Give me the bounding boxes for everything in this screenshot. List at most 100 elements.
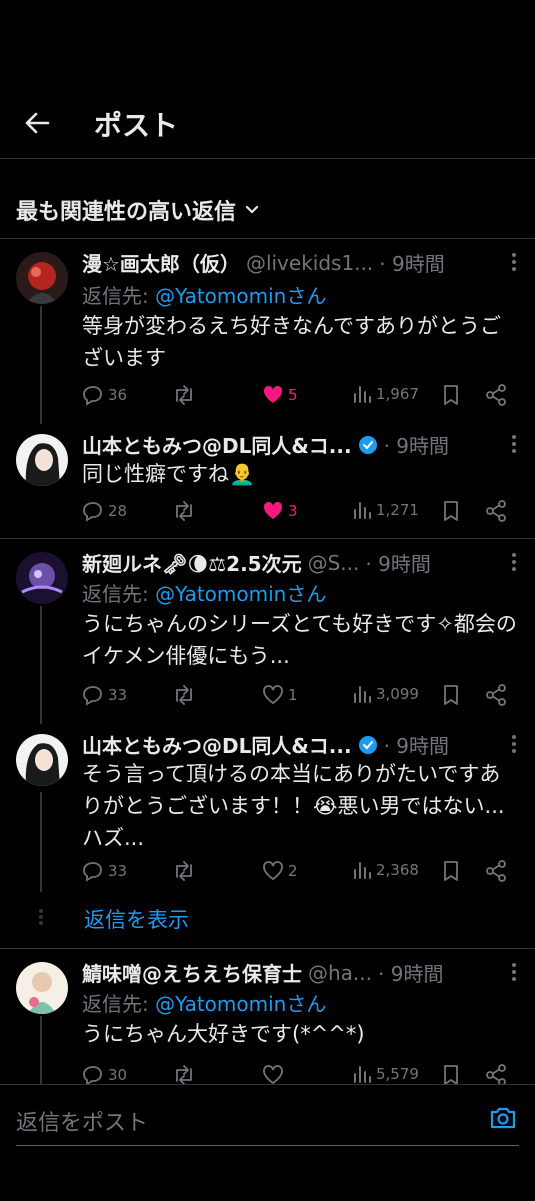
timestamp[interactable]: · 9時間: [379, 248, 444, 277]
view-count: 1,271: [376, 501, 419, 519]
reply-tweet[interactable]: 山本ともみつ@DL同人&コ... · 9時間 同じ性癖ですね👨‍🦲 28 3 1…: [0, 418, 535, 538]
repost-button[interactable]: [172, 384, 196, 406]
display-name[interactable]: 鯖味噌@えちえち保育士: [82, 958, 302, 987]
bookmark-icon: [444, 501, 458, 521]
more-options-icon[interactable]: [511, 734, 517, 754]
display-name[interactable]: 山本ともみつ@DL同人&コ...: [82, 430, 352, 459]
views-button[interactable]: 1,967: [352, 384, 419, 404]
bookmark-button[interactable]: [442, 1064, 460, 1084]
avatar[interactable]: [16, 434, 68, 486]
sort-dropdown[interactable]: 最も関連性の高い返信: [16, 194, 260, 226]
repost-button[interactable]: [172, 860, 196, 882]
share-button[interactable]: [485, 860, 507, 882]
repost-button[interactable]: [172, 500, 196, 522]
avatar[interactable]: [16, 734, 68, 786]
bookmark-icon: [444, 1065, 458, 1084]
views-button[interactable]: 3,099: [352, 684, 419, 704]
reply-icon: [83, 862, 102, 882]
tweet-header: 新廻ルネ🗝🌘⚖2.5次元 @S... · 9時間: [82, 548, 519, 577]
reply-icon: [83, 386, 102, 406]
more-options-icon[interactable]: [511, 552, 517, 572]
views-button[interactable]: 2,368: [352, 860, 419, 880]
like-button[interactable]: 3: [262, 500, 298, 522]
views-icon: [354, 502, 371, 519]
display-name[interactable]: 漫☆画太郎（仮）: [82, 248, 240, 277]
more-options-icon[interactable]: [511, 434, 517, 454]
heart-outline-icon: [263, 685, 283, 705]
like-button[interactable]: 1: [262, 684, 298, 706]
like-count: 3: [288, 502, 298, 520]
repost-icon: [176, 861, 192, 881]
views-button[interactable]: 5,579: [352, 1064, 419, 1084]
input-underline: [16, 1145, 519, 1146]
reply-count: 28: [108, 502, 128, 520]
action-bar: 30 5,579: [82, 1064, 519, 1084]
reply-count: 36: [108, 386, 128, 404]
share-button[interactable]: [485, 384, 507, 406]
repost-button[interactable]: [172, 1064, 196, 1084]
reply-input[interactable]: 返信をポスト: [16, 1105, 148, 1137]
view-count: 3,099: [376, 685, 419, 703]
top-bar: ポスト: [0, 0, 535, 159]
reply-button[interactable]: 33: [82, 860, 127, 882]
timestamp[interactable]: · 9時間: [384, 730, 449, 759]
mention-link[interactable]: @Yatomominさん: [155, 992, 326, 1016]
views-icon: [354, 686, 371, 703]
more-options-icon[interactable]: [511, 252, 517, 272]
heart-outline-icon: [263, 861, 283, 881]
bookmark-button[interactable]: [442, 860, 460, 882]
display-name[interactable]: 新廻ルネ🗝🌘⚖2.5次元: [82, 548, 302, 577]
mention-link[interactable]: @Yatomominさん: [155, 284, 326, 308]
mention-link[interactable]: @Yatomominさん: [155, 582, 326, 606]
more-options-icon[interactable]: [511, 962, 517, 982]
views-button[interactable]: 1,271: [352, 500, 419, 520]
avatar[interactable]: [16, 552, 68, 604]
reply-icon: [83, 686, 102, 706]
reply-tweet[interactable]: 山本ともみつ@DL同人&コ... · 9時間 そう言って頂けるの本当にありがたい…: [0, 718, 535, 898]
reply-tweet[interactable]: 鯖味噌@えちえち保育士 @ha... · 9時間 返信先: @Yatomomin…: [0, 948, 535, 1084]
repost-icon: [176, 1065, 192, 1084]
user-handle[interactable]: @ha...: [308, 961, 372, 985]
like-count: 5: [288, 386, 298, 404]
reply-to-label: 返信先:: [82, 992, 156, 1016]
reply-count: 33: [108, 862, 128, 880]
avatar[interactable]: [16, 252, 68, 304]
timestamp[interactable]: · 9時間: [384, 430, 449, 459]
user-handle[interactable]: @livekids1...: [246, 251, 373, 275]
show-replies-link[interactable]: 返信を表示: [84, 904, 189, 934]
like-count: 1: [288, 686, 298, 704]
like-button[interactable]: 5: [262, 384, 298, 406]
repost-icon: [176, 501, 192, 521]
views-icon: [354, 386, 371, 403]
reply-button[interactable]: 30: [82, 1064, 127, 1084]
like-button[interactable]: 2: [262, 860, 298, 882]
tweet-text: 等身が変わるえち好きなんですありがとうございます: [82, 314, 501, 370]
reply-to-line: 返信先: @Yatomominさん: [82, 578, 326, 607]
bookmark-button[interactable]: [442, 384, 460, 406]
heart-outline-icon: [263, 1065, 283, 1084]
user-handle[interactable]: @S...: [308, 551, 360, 575]
bookmark-button[interactable]: [442, 684, 460, 706]
timestamp[interactable]: · 9時間: [365, 548, 430, 577]
reply-button[interactable]: 28: [82, 500, 127, 522]
bookmark-button[interactable]: [442, 500, 460, 522]
share-button[interactable]: [485, 684, 507, 706]
timestamp[interactable]: · 9時間: [378, 958, 443, 987]
arrow-left-icon[interactable]: [22, 108, 52, 138]
camera-icon[interactable]: [489, 1105, 517, 1131]
reply-button[interactable]: 36: [82, 384, 127, 406]
chevron-down-icon: [244, 204, 260, 216]
share-button[interactable]: [485, 1064, 507, 1084]
repost-icon: [176, 685, 192, 705]
avatar[interactable]: [16, 962, 68, 1014]
like-button[interactable]: [262, 1064, 284, 1084]
tweet-header: 山本ともみつ@DL同人&コ... · 9時間: [82, 730, 519, 759]
display-name[interactable]: 山本ともみつ@DL同人&コ...: [82, 730, 352, 759]
reply-icon: [83, 502, 102, 522]
tweet-header: 山本ともみつ@DL同人&コ... · 9時間: [82, 430, 519, 459]
tweet-text: 同じ性癖ですね👨‍🦲: [82, 462, 256, 486]
reply-tweet[interactable]: 新廻ルネ🗝🌘⚖2.5次元 @S... · 9時間 返信先: @Yatomomin…: [0, 538, 535, 718]
reply-button[interactable]: 33: [82, 684, 127, 706]
share-button[interactable]: [485, 500, 507, 522]
repost-button[interactable]: [172, 684, 196, 706]
